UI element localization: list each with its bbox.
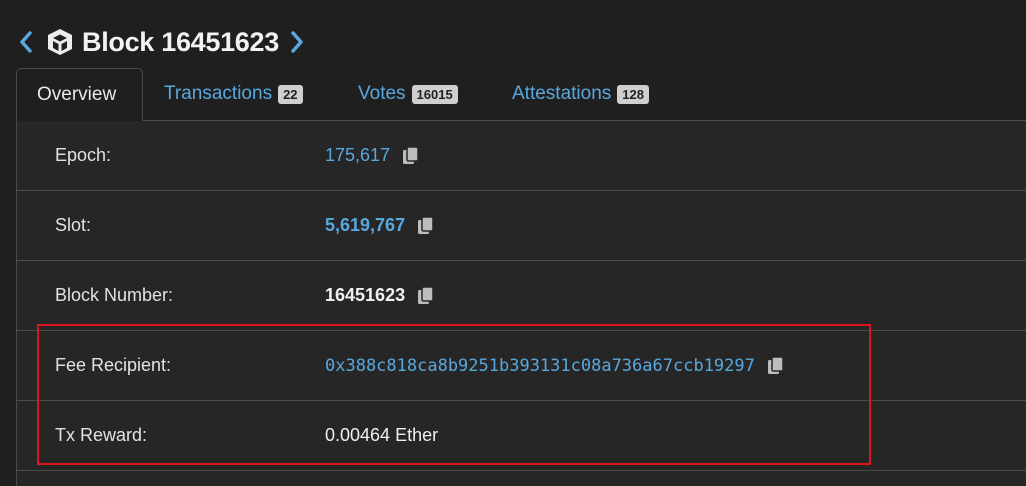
previous-block-button[interactable] (16, 27, 36, 57)
slot-row: Slot: 5,619,767 (17, 191, 1026, 261)
tab-label: Votes (358, 83, 406, 104)
tx-reward-label: Tx Reward: (55, 425, 148, 445)
tx-reward-row: Tx Reward: 0.00464 Ether (17, 401, 1026, 471)
count-badge: 128 (617, 84, 649, 104)
slot-label: Slot: (55, 215, 92, 235)
chevron-left-icon (20, 31, 32, 53)
tab-label: Transactions (164, 83, 273, 104)
tab-votes[interactable]: Votes 16015 (358, 68, 458, 120)
tx-reward-value: 0.00464 Ether (325, 425, 439, 445)
copy-icon[interactable] (402, 145, 420, 166)
count-badge: 22 (278, 84, 303, 104)
tab-label: Overview (37, 84, 117, 105)
copy-icon[interactable] (417, 285, 435, 306)
overview-panel: Epoch: 175,617 Slot: 5,619,767 Block Num… (16, 120, 1026, 486)
count-badge: 16015 (411, 84, 458, 104)
block-number-row: Block Number: 16451623 (17, 261, 1026, 331)
next-block-button[interactable] (287, 27, 307, 57)
page-header: Block 16451623 (16, 22, 307, 62)
block-number-label: Block Number: (55, 285, 174, 305)
epoch-link[interactable]: 175,617 (325, 145, 390, 166)
tab-attestations[interactable]: Attestations 128 (512, 68, 649, 120)
copy-icon[interactable] (417, 215, 435, 236)
copy-icon[interactable] (767, 355, 785, 376)
page-title: Block 16451623 (82, 26, 279, 57)
fee-recipient-address-link[interactable]: 0x388c818ca8b9251b393131c08a736a67ccb192… (325, 356, 755, 376)
fee-recipient-row: Fee Recipient: 0x388c818ca8b9251b393131c… (17, 331, 1026, 401)
fee-recipient-label: Fee Recipient: (55, 355, 172, 375)
tab-bar: Overview Transactions 22 Votes 16015 Att… (16, 68, 1026, 121)
cube-icon (44, 26, 76, 58)
block-number-value: 16451623 (325, 285, 406, 305)
tab-label: Attestations (512, 83, 612, 104)
chevron-right-icon (291, 31, 303, 53)
epoch-row: Epoch: 175,617 (17, 121, 1026, 191)
slot-link[interactable]: 5,619,767 (325, 215, 405, 236)
tab-transactions[interactable]: Transactions 22 (164, 68, 303, 120)
tab-overview[interactable]: Overview (16, 68, 143, 121)
epoch-label: Epoch: (55, 145, 112, 165)
